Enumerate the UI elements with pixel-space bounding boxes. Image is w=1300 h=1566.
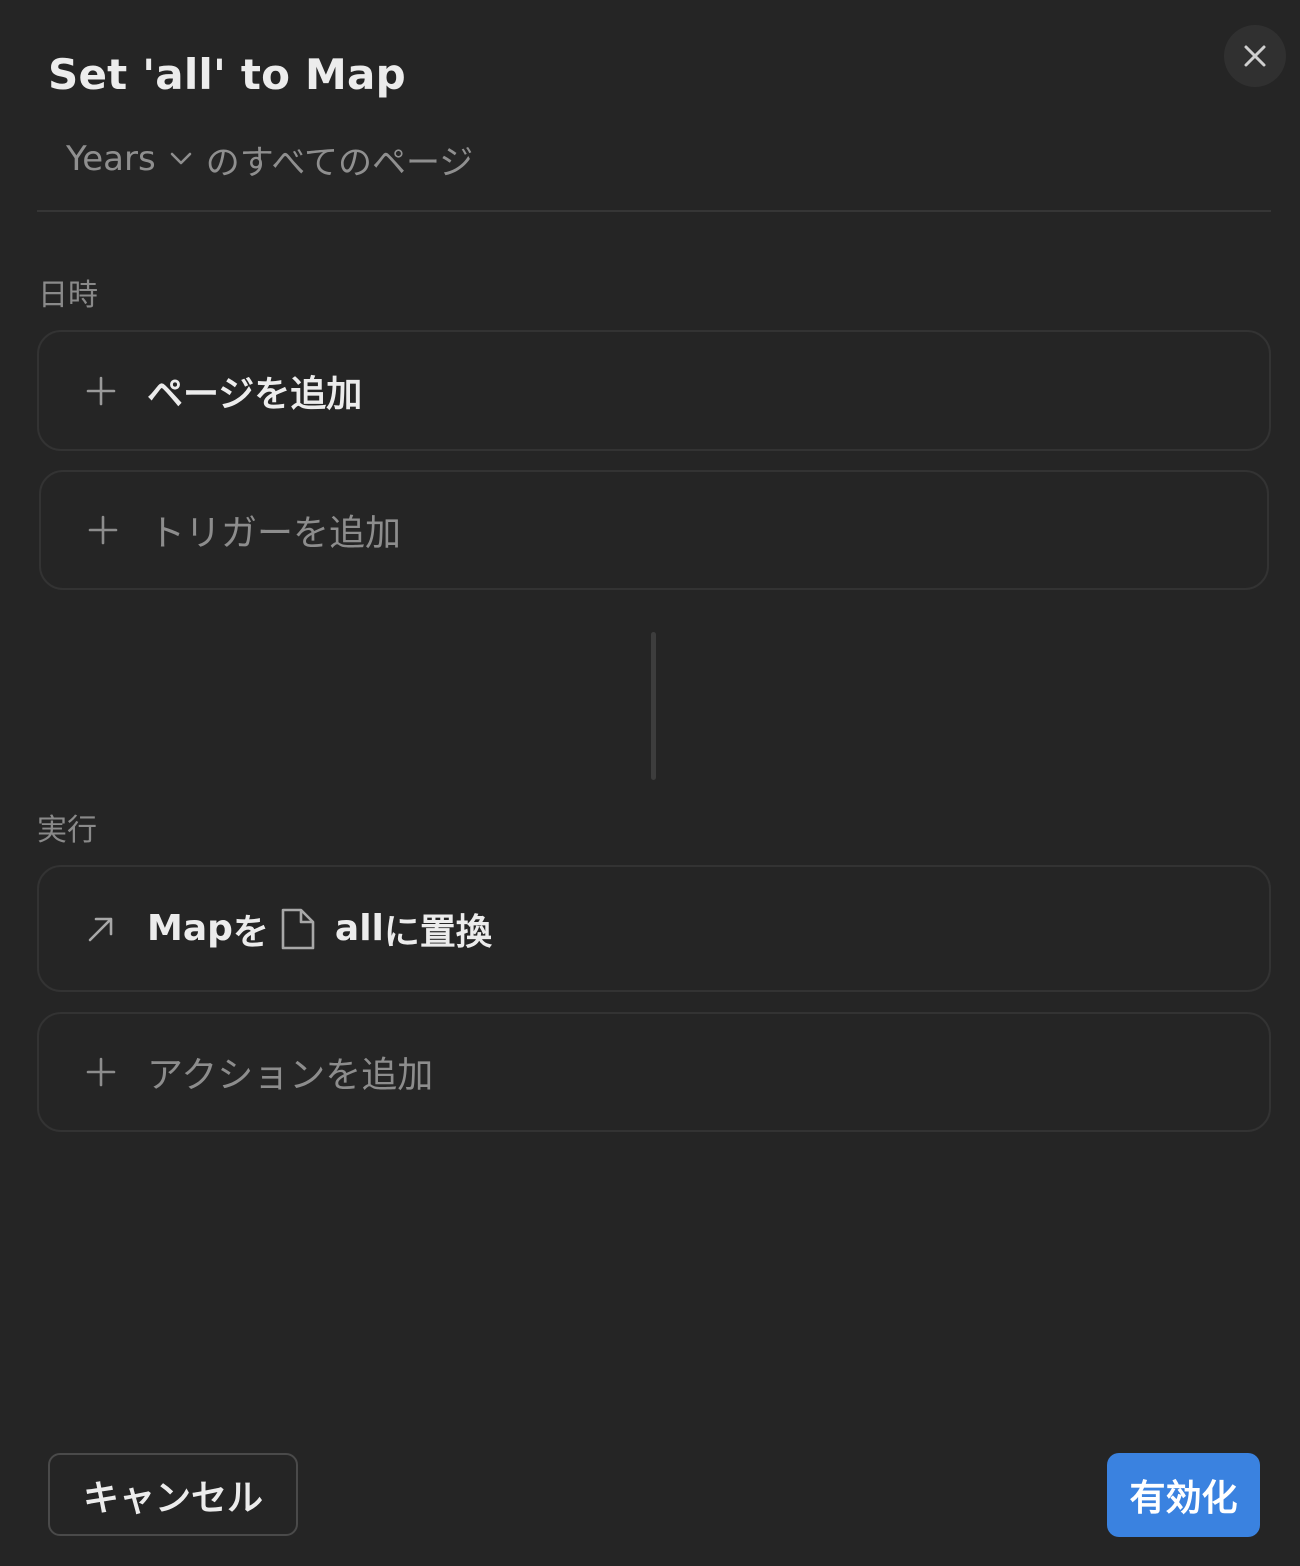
plus-icon: [83, 1054, 119, 1090]
add-trigger-button[interactable]: トリガーを追加: [39, 470, 1269, 590]
action-section-label: 実行: [37, 813, 97, 848]
action-property: Map: [147, 908, 233, 949]
chevron-down-icon: [170, 152, 192, 166]
flow-connector: [651, 632, 656, 780]
arrow-up-right-icon: [83, 911, 119, 947]
header-divider: [37, 210, 1271, 212]
document-icon: [279, 906, 317, 952]
database-dropdown[interactable]: Years: [66, 139, 206, 179]
scope-suffix: のすべてのページ: [205, 142, 474, 183]
action-item[interactable]: Map を all に置換: [37, 865, 1271, 992]
plus-icon: [83, 373, 119, 409]
trigger-section-label: 日時: [38, 278, 98, 313]
action-particle: を: [232, 911, 269, 953]
database-label: Years: [66, 139, 156, 179]
scope-selector-row: Years のすべてのページ: [66, 134, 473, 184]
close-button[interactable]: [1224, 25, 1286, 87]
enable-button[interactable]: 有効化: [1107, 1453, 1260, 1537]
close-icon: [1243, 44, 1267, 68]
plus-icon: [85, 512, 121, 548]
add-page-button[interactable]: ページを追加: [37, 330, 1271, 451]
action-value: all: [334, 908, 384, 949]
action-description: Map を all に置換: [147, 903, 492, 955]
add-action-button[interactable]: アクションを追加: [37, 1012, 1271, 1132]
add-action-label: アクションを追加: [147, 1055, 434, 1096]
add-trigger-label: トリガーを追加: [149, 513, 402, 554]
automation-dialog: Set 'all' to Map Years のすべてのページ 日時 ページを追…: [0, 0, 1300, 1566]
add-page-label: ページを追加: [147, 373, 363, 415]
action-verb: に置換: [383, 911, 492, 953]
cancel-button[interactable]: キャンセル: [48, 1453, 298, 1536]
dialog-title: Set 'all' to Map: [48, 50, 406, 99]
